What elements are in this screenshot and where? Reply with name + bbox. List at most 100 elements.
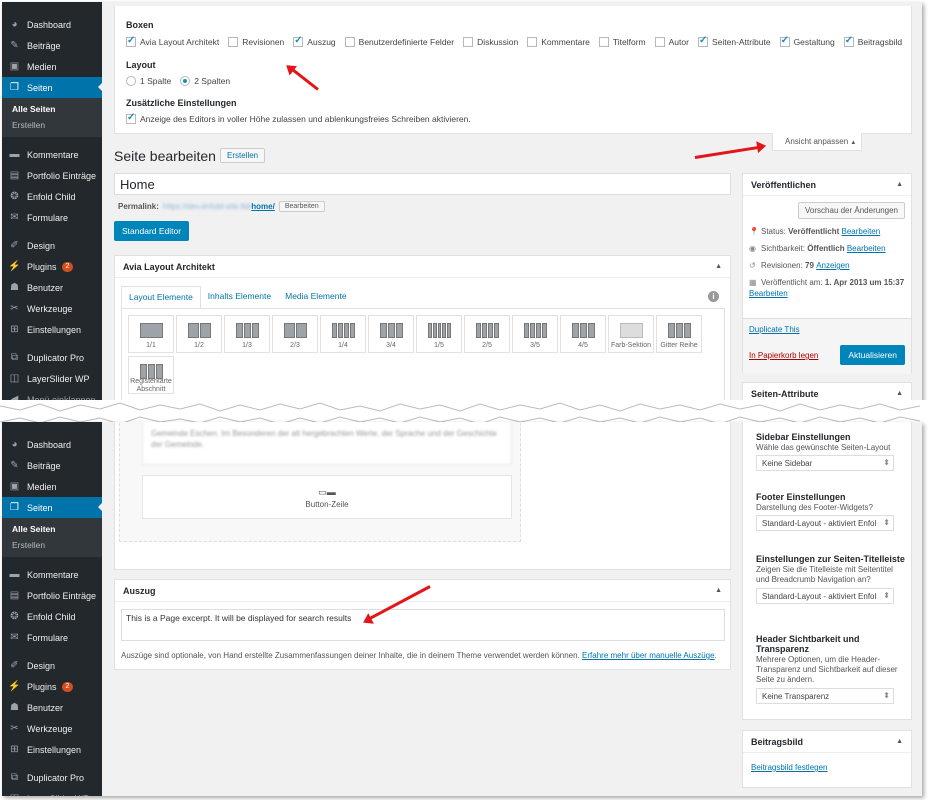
box-checkbox-6[interactable]: Titelform xyxy=(598,37,646,47)
sidebar-item-8[interactable]: ✐ Design xyxy=(2,655,102,676)
layout-2-radio[interactable]: 2 Spalten xyxy=(180,76,230,86)
button-row-element[interactable]: ▭▬ Button-Zeile xyxy=(142,475,512,519)
footer-select[interactable]: Standard-Layout - aktiviert Enfol xyxy=(756,515,894,531)
sidebar-item-5[interactable]: ▤ Portfolio Einträge xyxy=(2,165,102,186)
avia-tile-2[interactable]: 1/3 xyxy=(224,315,270,353)
avia-tab-1[interactable]: Inhalts Elemente xyxy=(201,286,278,308)
avia-tile-5[interactable]: 3/4 xyxy=(368,315,414,353)
box-checkbox-3[interactable]: Benutzerdefinierte Felder xyxy=(344,37,454,47)
excerpt-help-link[interactable]: Erfahre mehr über manuelle Auszüge xyxy=(582,651,715,660)
duplicate-link[interactable]: Duplicate This xyxy=(749,325,800,334)
box-checkbox-1[interactable]: Revisionen xyxy=(228,37,284,47)
sidebar-item-2[interactable]: ▣ Medien xyxy=(2,476,102,497)
submenu-all-pages[interactable]: Alle Seiten xyxy=(2,101,102,117)
sidebar-item-7[interactable]: ✉ Formulare xyxy=(2,627,102,648)
submenu-add-new[interactable]: Erstellen xyxy=(2,117,102,133)
add-new-page-button[interactable]: Erstellen xyxy=(220,148,266,163)
permalink-slug[interactable]: home/ xyxy=(251,202,275,211)
sidebar-item-14[interactable]: ◫LayerSlider WP xyxy=(2,368,102,389)
avia-tile-10[interactable]: Farb-Sektion xyxy=(608,315,654,353)
avia-tab-0[interactable]: Layout Elemente xyxy=(121,286,201,309)
info-icon[interactable]: i xyxy=(708,291,719,302)
eye-icon: ◉ xyxy=(749,244,756,253)
box-checkbox-10[interactable]: Beitragsbild xyxy=(843,35,902,47)
sidebar-select[interactable]: Keine Sidebar xyxy=(756,455,894,471)
caret-up-icon[interactable]: ▲ xyxy=(896,390,903,397)
permalink-edit-button[interactable]: Bearbeiten xyxy=(278,201,325,212)
fullheight-editor-checkbox[interactable]: Anzeige des Editors in voller Höhe zulas… xyxy=(126,112,471,124)
sidebar-item-0[interactable]: ◕ Dashboard xyxy=(2,434,102,455)
sidebar-item-12[interactable]: ⊞ Einstellungen xyxy=(2,319,102,340)
main-content: Boxen Avia Layout Architekt Revisionen Aus… xyxy=(102,2,922,406)
avia-tile-8[interactable]: 3/5 xyxy=(512,315,558,353)
status-edit-link[interactable]: Bearbeiten xyxy=(842,227,881,236)
preview-changes-button[interactable]: Vorschau der Änderungen xyxy=(798,202,905,219)
caret-up-icon[interactable]: ▲ xyxy=(896,181,903,188)
sidebar-item-9[interactable]: ⚡ Plugins 2 xyxy=(2,676,102,697)
box-checkbox-2[interactable]: Auszug xyxy=(293,35,336,47)
sidebar-item-11[interactable]: ✂ Werkzeuge xyxy=(2,718,102,739)
sidebar-item-9[interactable]: ⚡ Plugins 2 xyxy=(2,256,102,277)
box-checkbox-9[interactable]: Gestaltung xyxy=(779,35,835,47)
header-select[interactable]: Keine Transparenz xyxy=(756,688,894,704)
permalink-base: https://dev.enfold-site.tld/ xyxy=(162,202,252,211)
published-edit-link[interactable]: Bearbeiten xyxy=(749,289,904,298)
avia-tile-7[interactable]: 2/5 xyxy=(464,315,510,353)
featured-title: Beitragsbild xyxy=(751,736,804,747)
sidebar-item-1[interactable]: ✎ Beiträge xyxy=(2,35,102,56)
visibility-edit-link[interactable]: Bearbeiten xyxy=(847,244,886,253)
sidebar-item-4[interactable]: ▬ Kommentare xyxy=(2,564,102,585)
sidebar-item-0[interactable]: ◕ Dashboard xyxy=(2,14,102,35)
header-settings-title: Header Sichtbarkeit und Transparenz xyxy=(756,634,860,654)
sidebar-item-11[interactable]: ✂ Werkzeuge xyxy=(2,298,102,319)
avia-tile-3[interactable]: 2/3 xyxy=(272,315,318,353)
sidebar-item-14[interactable]: ◫LayerSlider WP xyxy=(2,788,102,796)
avia-tile-4[interactable]: 1/4 xyxy=(320,315,366,353)
sidebar-item-13[interactable]: ⧉ Duplicator Pro xyxy=(2,767,102,788)
box-checkbox-0[interactable]: Avia Layout Architekt xyxy=(126,35,219,47)
submenu-add-new[interactable]: Erstellen xyxy=(2,537,102,553)
avia-tile-1[interactable]: 1/2 xyxy=(176,315,222,353)
submenu-all-pages[interactable]: Alle Seiten xyxy=(2,521,102,537)
sidebar-item-7[interactable]: ✉ Formulare xyxy=(2,207,102,228)
avia-tile-0[interactable]: 1/1 xyxy=(128,315,174,353)
box-checkbox-7[interactable]: Autor xyxy=(654,37,689,47)
trash-link[interactable]: In Papierkorb legen xyxy=(749,351,818,360)
sidebar-item-5[interactable]: ▤ Portfolio Einträge xyxy=(2,585,102,606)
avia-tile-11[interactable]: Gitter Reihe xyxy=(656,315,702,353)
sidebar-item-2[interactable]: ▣ Medien xyxy=(2,56,102,77)
screen-options-toggle[interactable]: Ansicht anpassen ▲ xyxy=(772,133,862,151)
avia-tile-tab-section[interactable]: Registerkarte Abschnitt xyxy=(128,356,174,394)
sidebar-item-10[interactable]: ☗ Benutzer xyxy=(2,697,102,718)
revisions-link[interactable]: Anzeigen xyxy=(816,261,849,270)
sidebar-item-1[interactable]: ✎ Beiträge xyxy=(2,455,102,476)
sidebar-item-3[interactable]: ❐ Seiten xyxy=(2,497,103,518)
layout-1-radio[interactable]: 1 Spalte xyxy=(126,76,171,86)
sidebar-item-13[interactable]: ⧉ Duplicator Pro xyxy=(2,347,102,368)
box-checkbox-8[interactable]: Seiten-Attribute xyxy=(697,35,771,47)
sidebar-item-6[interactable]: ❂ Enfold Child xyxy=(2,186,102,207)
set-featured-image-link[interactable]: Beitragsbild festlegen xyxy=(751,763,828,772)
avia-tile-6[interactable]: 1/5 xyxy=(416,315,462,353)
sidebar-item-8[interactable]: ✐ Design xyxy=(2,235,102,256)
sidebar-item-4[interactable]: ▬ Kommentare xyxy=(2,144,102,165)
excerpt-textarea[interactable]: This is a Page excerpt. It will be displ… xyxy=(121,609,725,641)
update-button[interactable]: Aktualisieren xyxy=(840,345,905,365)
box-checkbox-5[interactable]: Kommentare xyxy=(527,37,590,47)
caret-up-icon[interactable]: ▲ xyxy=(896,738,903,745)
extra-settings-heading: Zusätzliche Einstellungen xyxy=(126,98,237,108)
screen-options-panel: Boxen Avia Layout Architekt Revisionen Aus… xyxy=(114,6,912,134)
titlebar-select[interactable]: Standard-Layout - aktiviert Enfol xyxy=(756,588,894,604)
sidebar-item-6[interactable]: ❂ Enfold Child xyxy=(2,606,102,627)
caret-up-icon[interactable]: ▲ xyxy=(715,587,722,594)
standard-editor-button[interactable]: Standard Editor xyxy=(114,221,190,241)
caret-up-icon[interactable]: ▲ xyxy=(715,263,722,270)
post-title-input[interactable]: Home xyxy=(114,173,731,195)
sidebar-item-12[interactable]: ⊞ Einstellungen xyxy=(2,739,102,760)
avia-tab-2[interactable]: Media Elemente xyxy=(278,286,353,308)
box-checkbox-4[interactable]: Diskussion xyxy=(463,37,518,47)
plugins-update-badge: 2 xyxy=(61,261,74,272)
sidebar-item-10[interactable]: ☗ Benutzer xyxy=(2,277,102,298)
avia-tile-9[interactable]: 4/5 xyxy=(560,315,606,353)
sidebar-item-3[interactable]: ❐ Seiten xyxy=(2,77,103,98)
